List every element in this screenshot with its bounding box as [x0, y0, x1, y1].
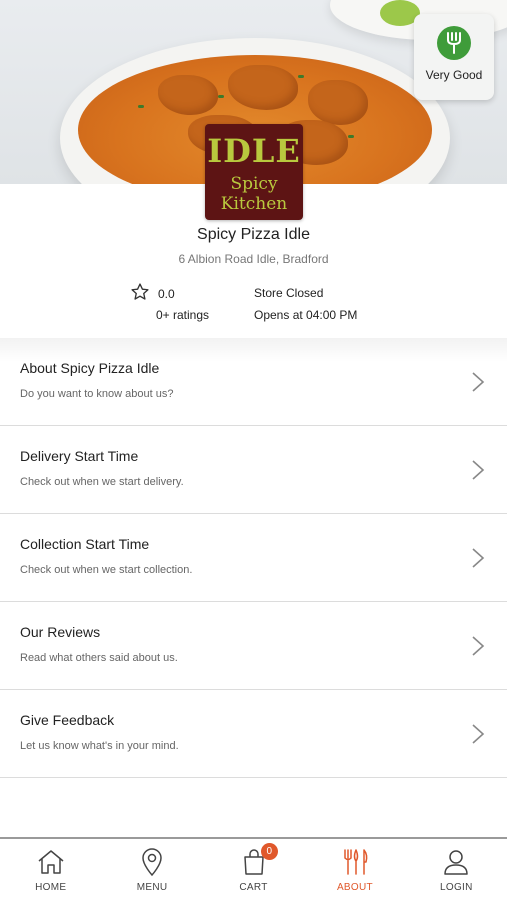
star-icon — [130, 282, 150, 307]
herb-leaf — [348, 135, 354, 138]
chevron-right-icon — [471, 459, 485, 486]
menu-row-give-feedback[interactable]: Give Feedback Let us know what's in your… — [0, 690, 507, 778]
rating-count: 0+ ratings — [156, 308, 210, 322]
nav-login[interactable]: LOGIN — [406, 839, 507, 900]
row-title: About Spicy Pizza Idle — [20, 360, 160, 376]
chevron-right-icon — [471, 547, 485, 574]
row-title: Collection Start Time — [20, 536, 150, 552]
nav-menu[interactable]: MENU — [101, 839, 202, 900]
quality-rating-badge: Very Good — [414, 14, 494, 100]
menu-row-collection-start-time[interactable]: Collection Start Time Check out when we … — [0, 514, 507, 602]
nav-cart[interactable]: 0 CART — [203, 839, 304, 900]
chevron-right-icon — [471, 723, 485, 750]
store-name: Spicy Pizza Idle — [197, 226, 310, 243]
menu-row-delivery-start-time[interactable]: Delivery Start Time Check out when we st… — [0, 426, 507, 514]
herb-leaf — [298, 75, 304, 78]
rating-value: 0.0 — [158, 287, 175, 301]
fork-icon — [437, 26, 471, 60]
nav-about[interactable]: ABOUT — [304, 839, 405, 900]
about-menu-list: About Spicy Pizza Idle Do you want to kn… — [0, 338, 507, 778]
nav-label: ABOUT — [336, 882, 373, 893]
restaurant-logo: IDLE Spicy Kitchen — [205, 124, 303, 220]
store-opening-time: Opens at 04:00 PM — [254, 308, 358, 322]
row-subtitle: Read what others said about us. — [20, 652, 178, 664]
chicken-piece — [308, 80, 368, 125]
row-subtitle: Do you want to know about us? — [20, 388, 174, 400]
logo-text-line2: Spicy Kitchen — [220, 174, 288, 214]
row-title: Our Reviews — [20, 624, 101, 640]
nav-label: MENU — [136, 882, 168, 893]
bottom-navigation: HOME MENU 0 CART ABOUT LOGIN — [0, 837, 507, 900]
nav-label: HOME — [35, 882, 67, 893]
location-pin-icon — [137, 847, 167, 877]
row-subtitle: Let us know what's in your mind. — [20, 740, 179, 752]
row-title: Delivery Start Time — [20, 448, 139, 464]
list-top-shadow — [0, 338, 507, 362]
home-icon — [36, 847, 66, 877]
chicken-piece — [228, 65, 298, 110]
menu-row-our-reviews[interactable]: Our Reviews Read what others said about … — [0, 602, 507, 690]
row-subtitle: Check out when we start collection. — [20, 564, 193, 576]
chevron-right-icon — [471, 635, 485, 662]
quality-rating-label: Very Good — [425, 68, 483, 82]
nav-label: LOGIN — [440, 882, 473, 893]
nav-home[interactable]: HOME — [0, 839, 101, 900]
cutlery-icon — [340, 847, 370, 877]
herb-leaf — [138, 105, 144, 108]
row-title: Give Feedback — [20, 712, 115, 728]
store-status: Store Closed — [254, 286, 324, 300]
nav-label: CART — [239, 882, 268, 893]
user-icon — [441, 847, 471, 877]
chevron-right-icon — [471, 371, 485, 398]
logo-text-line1: IDLE — [207, 132, 301, 170]
row-subtitle: Check out when we start delivery. — [20, 476, 184, 488]
cart-count-badge: 0 — [260, 843, 278, 860]
herb-leaf — [218, 95, 224, 98]
store-address: 6 Albion Road Idle, Bradford — [178, 252, 329, 266]
chicken-piece — [158, 75, 218, 115]
